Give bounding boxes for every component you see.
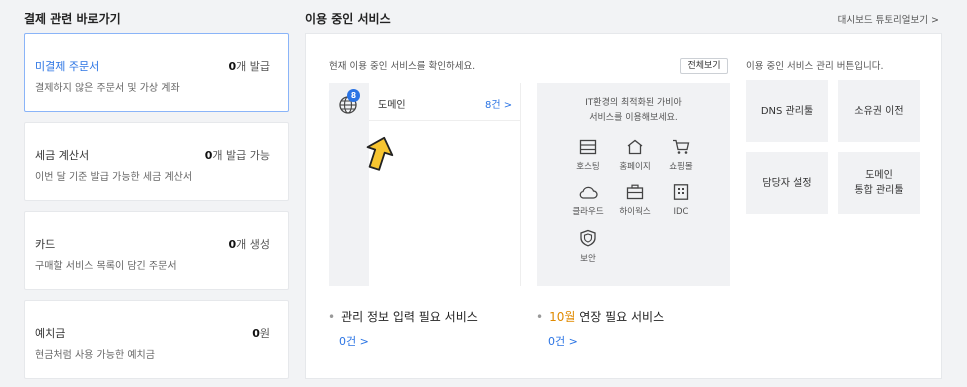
- pay-card-unpaid-desc: 결제하지 않은 주문서 및 가상 계좌: [35, 83, 180, 94]
- service-homepage[interactable]: 홈페이지: [613, 139, 657, 172]
- service-promo-box: IT환경의 최적화된 가비아 서비스를 이용해보세요. 호스팅 홈페이지 쇼핑몰…: [537, 83, 730, 286]
- homepage-icon: [627, 139, 643, 155]
- domain-label[interactable]: 도메인: [378, 96, 406, 111]
- pay-card-tax-desc: 이번 달 기준 발급 가능한 세금 계산서: [35, 172, 193, 183]
- row-divider: [369, 120, 520, 121]
- service-idc[interactable]: IDC: [659, 184, 703, 217]
- shield-icon: [580, 229, 596, 247]
- domain-count-link[interactable]: 8건 >: [485, 96, 512, 111]
- pay-card-deposit-label: 예치금: [35, 327, 66, 340]
- services-in-use-title: 이용 중인 서비스: [305, 12, 391, 26]
- mgmt-hint: 이용 중인 서비스 관리 버튼입니다.: [746, 61, 884, 72]
- pointer-arrow-icon: [361, 134, 395, 174]
- dns-management-button[interactable]: DNS 관리툴: [746, 80, 828, 142]
- mgmt-info-required-count[interactable]: 0건 >: [339, 333, 369, 349]
- pay-card-card[interactable]: 카드 0개 생성 구매할 서비스 목록이 담긴 주문서: [24, 211, 289, 290]
- pay-card-deposit-desc: 현금처럼 사용 가능한 예치금: [35, 350, 155, 361]
- pay-card-tax-count: 0개 발급 가능: [204, 149, 270, 162]
- pay-card-tax-invoice[interactable]: 세금 계산서 0개 발급 가능 이번 달 기준 발급 가능한 세금 계산서: [24, 122, 289, 201]
- pay-card-tax-label: 세금 계산서: [35, 149, 90, 162]
- pay-card-card-desc: 구매할 서비스 목록이 담긴 주문서: [35, 261, 177, 272]
- pay-card-unpaid-count: 0개 발급: [228, 60, 270, 73]
- renewal-required-count[interactable]: 0건 >: [548, 333, 578, 349]
- current-services-hint: 현재 이용 중인 서비스를 확인하세요.: [329, 61, 476, 72]
- pay-card-deposit[interactable]: 예치금 0원 현금처럼 사용 가능한 예치금: [24, 300, 289, 379]
- ownership-transfer-button[interactable]: 소유권 이전: [838, 80, 920, 142]
- pay-card-card-count: 0개 생성: [228, 238, 270, 251]
- renewal-required-title: • 10월 연장 필요 서비스: [536, 310, 665, 324]
- cart-icon: [673, 139, 690, 154]
- hosting-icon: [579, 139, 597, 155]
- service-hiworks[interactable]: 하이웍스: [613, 184, 657, 217]
- service-security[interactable]: 보안: [566, 229, 610, 264]
- services-panel: 현재 이용 중인 서비스를 확인하세요. 전체보기 8 도메인 8건 > IT환…: [305, 33, 942, 379]
- pay-card-deposit-count: 0원: [252, 327, 270, 340]
- mgmt-info-required-title: • 관리 정보 입력 필요 서비스: [328, 310, 478, 324]
- column-divider: [520, 83, 521, 286]
- dashboard-tutorial-link[interactable]: 대시보드 튜토리얼보기 >: [838, 12, 939, 26]
- view-all-button[interactable]: 전체보기: [680, 58, 728, 74]
- service-hosting[interactable]: 호스팅: [566, 139, 610, 172]
- domain-integrated-management-button[interactable]: 도메인 통합 관리툴: [838, 152, 920, 214]
- payment-shortcuts-title: 결제 관련 바로가기: [24, 12, 121, 26]
- pay-card-card-label: 카드: [35, 238, 56, 251]
- idc-icon: [673, 184, 689, 200]
- cloud-icon: [579, 186, 598, 199]
- service-shoppingmall[interactable]: 쇼핑몰: [659, 139, 703, 172]
- contact-settings-button[interactable]: 담당자 설정: [746, 152, 828, 214]
- pay-card-unpaid-label: 미결제 주문서: [35, 60, 100, 73]
- briefcase-icon: [626, 184, 644, 200]
- promo-text: IT환경의 최적화된 가비아 서비스를 이용해보세요.: [585, 98, 682, 123]
- domain-count-badge: 8: [347, 89, 360, 102]
- service-cloud[interactable]: 클라우드: [566, 184, 610, 217]
- pay-card-unpaid[interactable]: 미결제 주문서 0개 발급 결제하지 않은 주문서 및 가상 계좌: [24, 33, 289, 112]
